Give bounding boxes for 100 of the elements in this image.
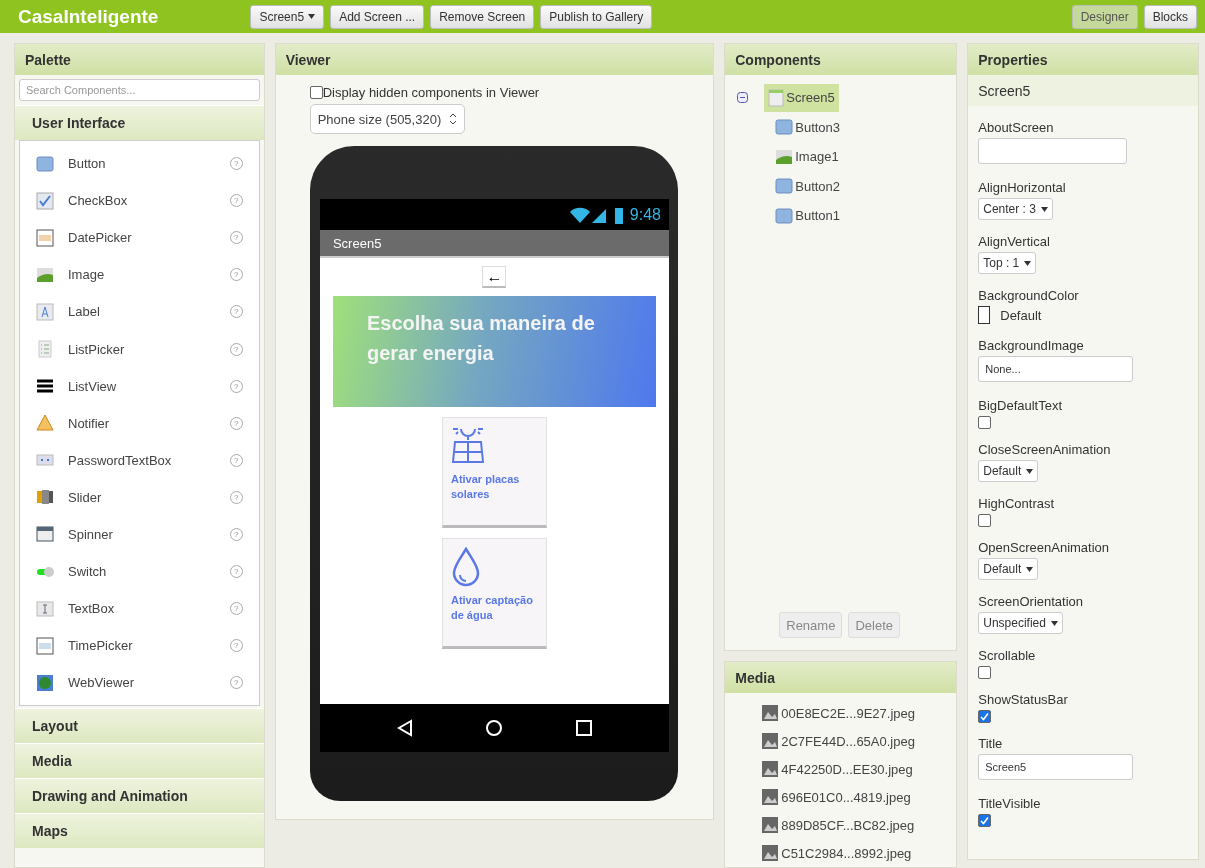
caret-icon bbox=[1050, 620, 1058, 626]
tree-item[interactable]: Button3 bbox=[771, 113, 845, 142]
media-file[interactable]: 889D85CF...BC82.jpeg bbox=[725, 811, 957, 839]
collapse-icon[interactable] bbox=[737, 92, 749, 104]
recents-icon[interactable] bbox=[575, 719, 594, 737]
palette-item[interactable]: TextBox ? bbox=[20, 590, 259, 628]
checkbox[interactable] bbox=[978, 416, 992, 429]
image-icon bbox=[761, 760, 780, 778]
property-label: TitleVisible bbox=[978, 796, 1041, 811]
palette-item[interactable]: Slider ? bbox=[20, 478, 259, 516]
mode-button[interactable]: Blocks bbox=[1143, 4, 1197, 29]
palette-item[interactable]: PasswordTextBox ? bbox=[20, 441, 259, 479]
toolbar-button[interactable]: Remove Screen bbox=[430, 4, 535, 29]
checkbox[interactable] bbox=[978, 814, 992, 827]
label-icon bbox=[36, 302, 54, 321]
dropdown[interactable]: Default bbox=[978, 558, 1039, 580]
action-button[interactable]: Ativar captação de água bbox=[441, 538, 547, 649]
caret-icon bbox=[1024, 260, 1032, 266]
image-icon bbox=[36, 265, 54, 284]
dropdown[interactable]: Center : 3 bbox=[978, 198, 1053, 220]
tree-item[interactable]: Button1 bbox=[771, 201, 845, 230]
dropdown[interactable]: Default bbox=[978, 460, 1039, 482]
media-file[interactable]: 2C7FE44D...65A0.jpeg bbox=[725, 727, 957, 755]
tree-item[interactable]: Screen5 bbox=[764, 83, 839, 112]
palette-item[interactable]: TimePicker ? bbox=[20, 627, 259, 665]
action-button[interactable]: Ativar placas solares bbox=[441, 417, 547, 528]
toolbar-button[interactable]: Publish to Gallery bbox=[540, 4, 653, 29]
screen-icon bbox=[768, 88, 785, 107]
dropdown[interactable]: Top : 1 bbox=[978, 252, 1037, 274]
palette-item[interactable]: Label ? bbox=[20, 293, 259, 331]
palette-item[interactable]: Switch ? bbox=[20, 553, 259, 591]
media-file[interactable]: C51C2984...8992.jpeg bbox=[725, 839, 957, 867]
battery-icon bbox=[613, 205, 624, 224]
spinner-icon bbox=[36, 525, 54, 544]
button-icon bbox=[775, 178, 794, 195]
property-label: Scrollable bbox=[978, 648, 1036, 663]
image-icon bbox=[761, 788, 780, 806]
panel-header: Properties bbox=[968, 44, 1198, 75]
palette-item[interactable]: ListPicker ? bbox=[20, 330, 259, 368]
back-button[interactable]: ← bbox=[482, 266, 507, 288]
water-drop-icon bbox=[450, 547, 481, 587]
media-file[interactable]: 696E01C0...4819.jpeg bbox=[725, 783, 957, 811]
mode-button[interactable]: Designer bbox=[1071, 4, 1138, 29]
slider-icon bbox=[36, 488, 54, 507]
section-header[interactable]: Media bbox=[15, 743, 264, 779]
dropdown[interactable]: Unspecified bbox=[978, 612, 1063, 634]
section-header[interactable]: User Interface bbox=[15, 105, 264, 140]
palette-item[interactable]: WebViewer ? bbox=[20, 664, 259, 702]
palette-item[interactable]: CheckBox ? bbox=[20, 182, 259, 220]
caret-icon bbox=[308, 14, 316, 19]
section-header[interactable]: Maps bbox=[15, 813, 264, 849]
property-label: BackgroundImage bbox=[978, 338, 1084, 353]
solar-panel-icon bbox=[450, 426, 485, 466]
checkbox[interactable] bbox=[978, 514, 992, 527]
button-icon bbox=[36, 154, 54, 173]
palette-item[interactable]: Spinner ? bbox=[20, 515, 259, 554]
tree-item[interactable]: Image1 bbox=[771, 142, 843, 171]
property-label: Title bbox=[978, 736, 1003, 751]
checkbox[interactable] bbox=[978, 666, 992, 679]
checkbox-label[interactable]: Display hidden components in Viewer bbox=[309, 85, 540, 100]
chevron-icon bbox=[449, 113, 458, 125]
textbox-icon bbox=[36, 599, 54, 618]
screen-dropdown[interactable]: Screen5 bbox=[250, 4, 325, 29]
media-file[interactable]: 4F42250D...EE30.jpeg bbox=[725, 755, 957, 783]
property-label: OpenScreenAnimation bbox=[978, 540, 1110, 555]
property-label: HighContrast bbox=[978, 496, 1055, 511]
globe-icon bbox=[36, 673, 54, 692]
back-icon[interactable] bbox=[395, 719, 414, 737]
search-field[interactable]: Search Components... bbox=[19, 79, 260, 101]
palette-item[interactable]: DatePicker ? bbox=[20, 219, 259, 257]
warning-icon bbox=[36, 414, 54, 433]
tree-item[interactable]: Button2 bbox=[771, 172, 845, 201]
color-swatch bbox=[978, 306, 991, 324]
palette-item[interactable]: Image ? bbox=[20, 256, 259, 294]
home-icon[interactable] bbox=[485, 719, 504, 737]
palette-item[interactable]: ListView ? bbox=[20, 367, 259, 405]
caret-icon bbox=[1026, 566, 1034, 572]
property-label: BackgroundColor bbox=[978, 288, 1079, 303]
image-icon bbox=[775, 148, 794, 165]
size-dropdown[interactable]: Phone size (505,320) bbox=[309, 104, 466, 134]
panel-header: Media bbox=[725, 662, 957, 693]
checkbox[interactable] bbox=[978, 710, 992, 723]
checkbox[interactable] bbox=[309, 86, 323, 99]
button-icon bbox=[775, 207, 794, 224]
property-label: ShowStatusBar bbox=[978, 692, 1068, 707]
signal-icon bbox=[567, 205, 608, 224]
section-header[interactable]: Layout bbox=[15, 708, 264, 744]
palette-item[interactable]: Button ? bbox=[20, 145, 259, 183]
section-header[interactable]: Drawing and Animation bbox=[15, 778, 264, 814]
panel-header: Palette bbox=[15, 44, 264, 75]
text-field[interactable]: None... bbox=[978, 356, 1134, 382]
text-field[interactable]: Screen5 bbox=[978, 754, 1134, 780]
caret-icon bbox=[1026, 468, 1034, 474]
media-file[interactable]: 00E8EC2E...9E27.jpeg bbox=[725, 699, 957, 727]
palette-item[interactable]: Notifier ? bbox=[20, 404, 259, 442]
clock-time: 9:48 bbox=[629, 205, 661, 224]
property-label: BigDefaultText bbox=[978, 398, 1063, 413]
toolbar-button[interactable]: Add Screen ... bbox=[330, 4, 425, 29]
caret-icon bbox=[1040, 206, 1048, 212]
text-field[interactable] bbox=[978, 138, 1128, 164]
